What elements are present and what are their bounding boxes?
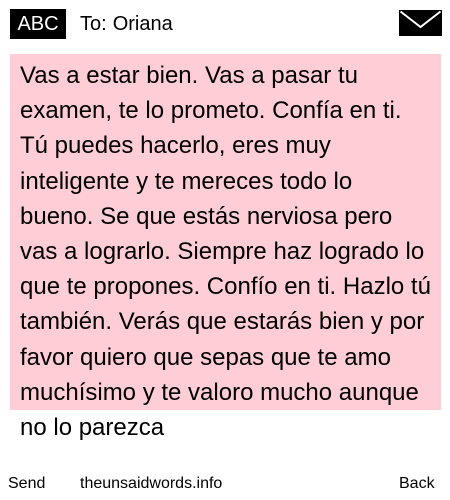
back-button[interactable]: Back bbox=[399, 474, 435, 494]
input-mode-badge[interactable]: ABC bbox=[10, 9, 66, 39]
top-bar: ABC To: Oriana bbox=[0, 0, 450, 46]
envelope-icon bbox=[399, 10, 442, 36]
recipient-name: Oriana bbox=[112, 13, 173, 35]
site-label: theunsaidwords.info bbox=[80, 475, 223, 492]
send-button[interactable]: Send bbox=[8, 474, 45, 494]
recipient-field[interactable]: To: Oriana bbox=[80, 9, 173, 39]
message-body[interactable]: Vas a estar bien. Vas a pasar tu examen,… bbox=[10, 54, 441, 445]
to-label: To: bbox=[80, 13, 107, 35]
